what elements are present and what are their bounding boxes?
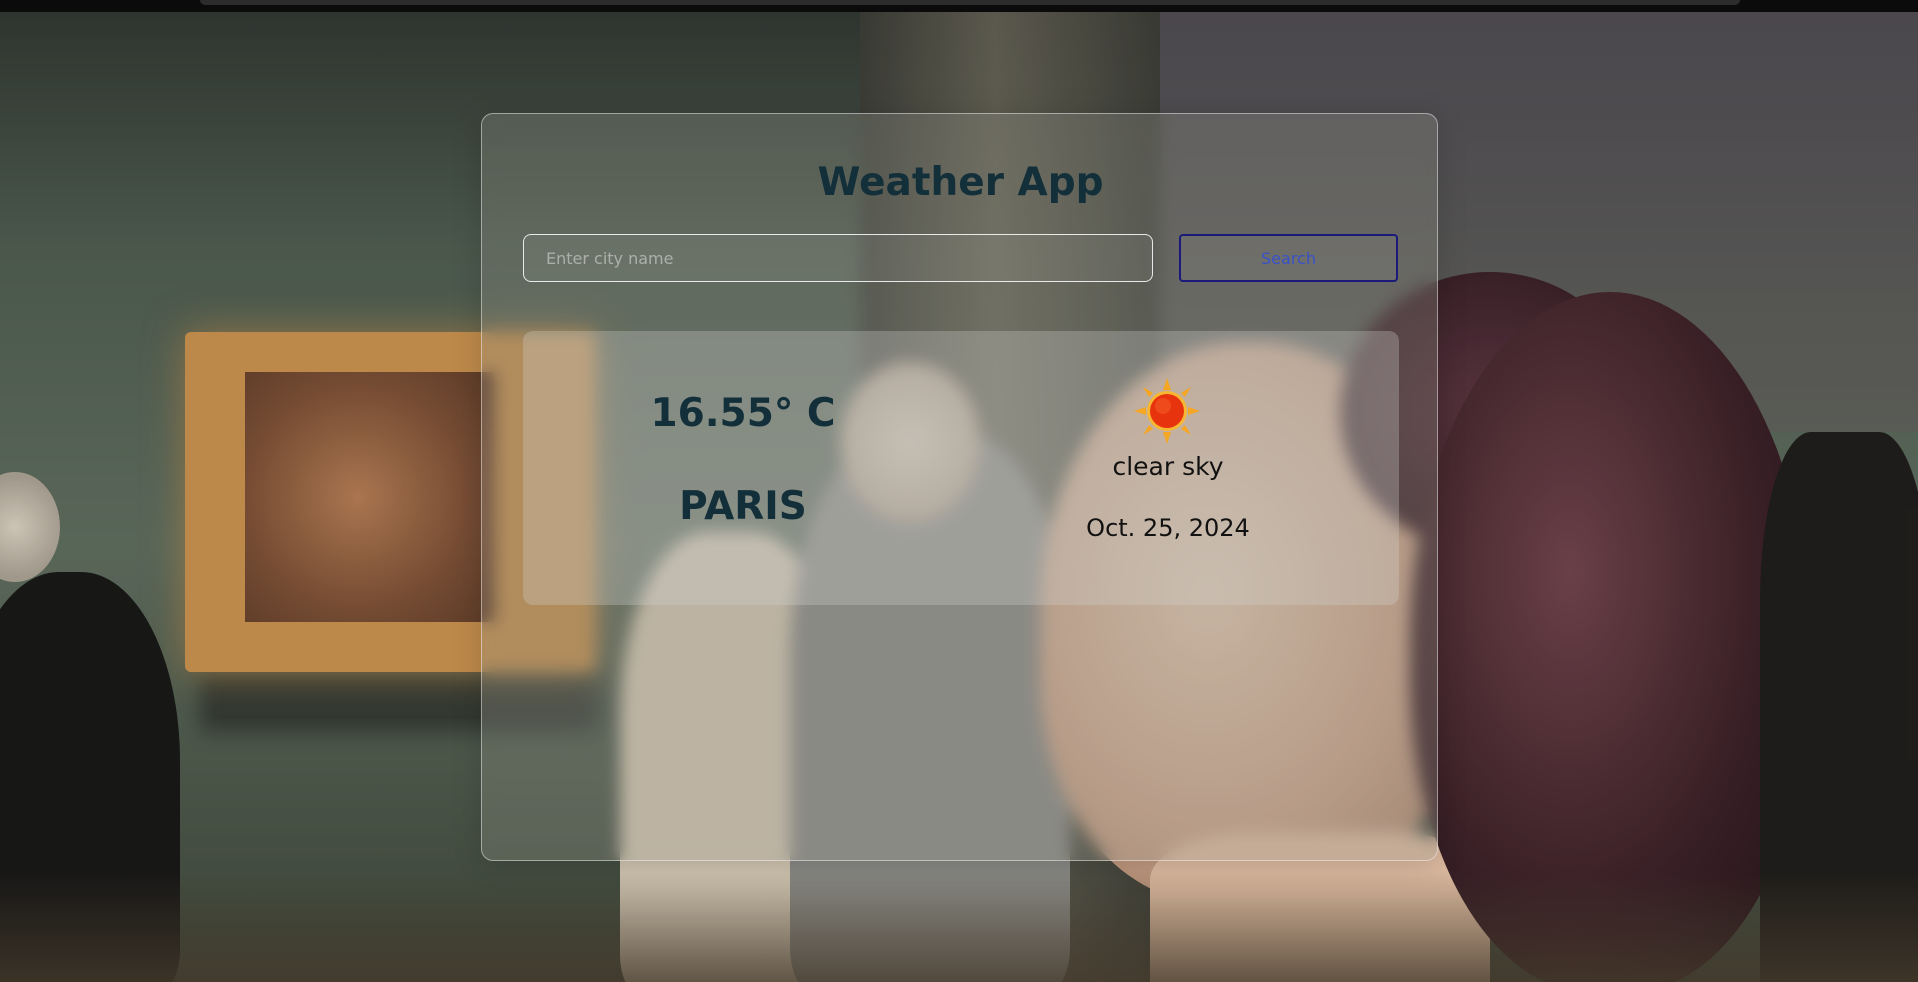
city-name: PARIS	[679, 484, 807, 529]
weather-description: clear sky	[1112, 452, 1224, 481]
browser-scroll-strip	[200, 0, 1740, 5]
search-button[interactable]: Search	[1179, 234, 1398, 282]
weather-result-panel: 16.55° C PARIS clear sky Oct. 25, 2024	[523, 331, 1399, 605]
weather-card: Weather App Search 16.55° C PARIS clear …	[481, 113, 1438, 861]
weather-date: Oct. 25, 2024	[1086, 514, 1250, 542]
app-title: Weather App	[817, 160, 1104, 205]
city-search-input[interactable]	[523, 234, 1153, 282]
browser-top-bar	[0, 0, 1918, 12]
temperature-value: 16.55° C	[650, 391, 836, 436]
sun-icon	[1134, 378, 1200, 444]
